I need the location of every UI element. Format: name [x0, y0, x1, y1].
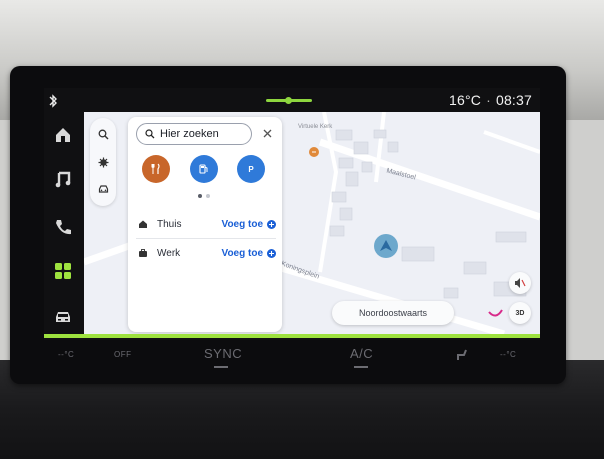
home-icon: [139, 220, 147, 228]
rail-apps-button[interactable]: [52, 260, 74, 282]
fork-knife-icon: [151, 163, 160, 174]
add-label: Voeg toe: [221, 218, 263, 230]
favorite-work-row[interactable]: Werk Voeg toe: [136, 239, 276, 267]
left-temperature[interactable]: --°C: [58, 350, 74, 359]
clock: 08:37: [495, 92, 532, 108]
climate-strip: --°C OFF SYNC A/C --°C: [44, 340, 540, 374]
close-button[interactable]: [260, 126, 274, 140]
home-icon: [56, 128, 70, 142]
favorite-label: Werk: [157, 247, 181, 259]
search-icon: [145, 129, 155, 139]
plus-circle-icon: [267, 248, 276, 258]
category-fuel-button[interactable]: [190, 155, 218, 183]
status-bar: 16°C · 08:37: [44, 88, 540, 112]
category-parking-button[interactable]: P: [237, 155, 265, 183]
category-restaurant-button[interactable]: [142, 155, 170, 183]
plus-circle-icon: [267, 219, 276, 229]
status-separator: ·: [486, 92, 491, 108]
favorite-label: Thuis: [157, 218, 182, 230]
app-rail: [44, 112, 84, 340]
page-indicator: [266, 97, 312, 104]
pager-dot: [206, 194, 210, 198]
briefcase-icon: [139, 249, 147, 257]
poi-label: Virtuele Kerk: [298, 124, 333, 130]
apps-grid-icon: [55, 263, 71, 279]
rail-music-button[interactable]: [52, 168, 74, 190]
rail-vehicle-button[interactable]: [52, 306, 74, 328]
status-info: 16°C · 08:37: [449, 92, 532, 108]
speaker-muted-icon: [515, 278, 526, 288]
rail-phone-button[interactable]: [52, 216, 74, 238]
infotainment-screen: 16°C · 08:37 Virtuele Kerk Maalstoel Kon…: [44, 88, 540, 340]
phone-icon: [56, 220, 71, 235]
map-tools: [90, 118, 116, 206]
sync-button[interactable]: SYNC: [204, 346, 242, 361]
close-icon: [263, 129, 271, 137]
add-home-button[interactable]: Voeg toe: [222, 219, 276, 230]
ac-indicator: [354, 366, 368, 368]
view-mode-button[interactable]: 3D: [509, 302, 531, 324]
gear-icon: [98, 157, 108, 167]
favorite-home-row[interactable]: Thuis Voeg toe: [136, 210, 276, 239]
sync-indicator: [214, 366, 228, 368]
right-temperature[interactable]: --°C: [500, 350, 516, 359]
accent-line: [44, 334, 540, 338]
car-traffic-icon: [98, 184, 108, 193]
music-icon: [55, 171, 71, 188]
vehicle-position-marker: [374, 234, 398, 258]
heading-indicator: Noordoostwaarts: [332, 301, 454, 325]
fan-off-label[interactable]: OFF: [114, 350, 132, 359]
search-placeholder: Hier zoeken: [160, 128, 219, 140]
navigation-arrow-icon: [380, 240, 392, 251]
category-pager: [195, 194, 215, 200]
map-traffic-button[interactable]: [95, 180, 111, 196]
search-panel: Hier zoeken P Thuis Voeg toe Werk Voeg t…: [128, 117, 282, 332]
add-work-button[interactable]: Voeg toe: [222, 248, 276, 259]
search-icon: [98, 129, 108, 139]
add-label: Voeg toe: [221, 247, 263, 259]
seat-heat-icon[interactable]: [454, 346, 470, 362]
bluetooth-icon: [49, 94, 57, 108]
rail-home-button[interactable]: [52, 124, 74, 146]
mute-guidance-button[interactable]: [509, 272, 531, 294]
outside-temperature: 16°C: [448, 92, 482, 108]
car-icon: [56, 312, 70, 322]
fuel-icon: [199, 164, 208, 174]
map-settings-button[interactable]: [95, 154, 111, 170]
ac-button[interactable]: A/C: [350, 346, 373, 361]
search-input[interactable]: Hier zoeken: [136, 123, 252, 145]
map-search-button[interactable]: [95, 126, 111, 142]
pager-dot-active: [198, 194, 202, 198]
